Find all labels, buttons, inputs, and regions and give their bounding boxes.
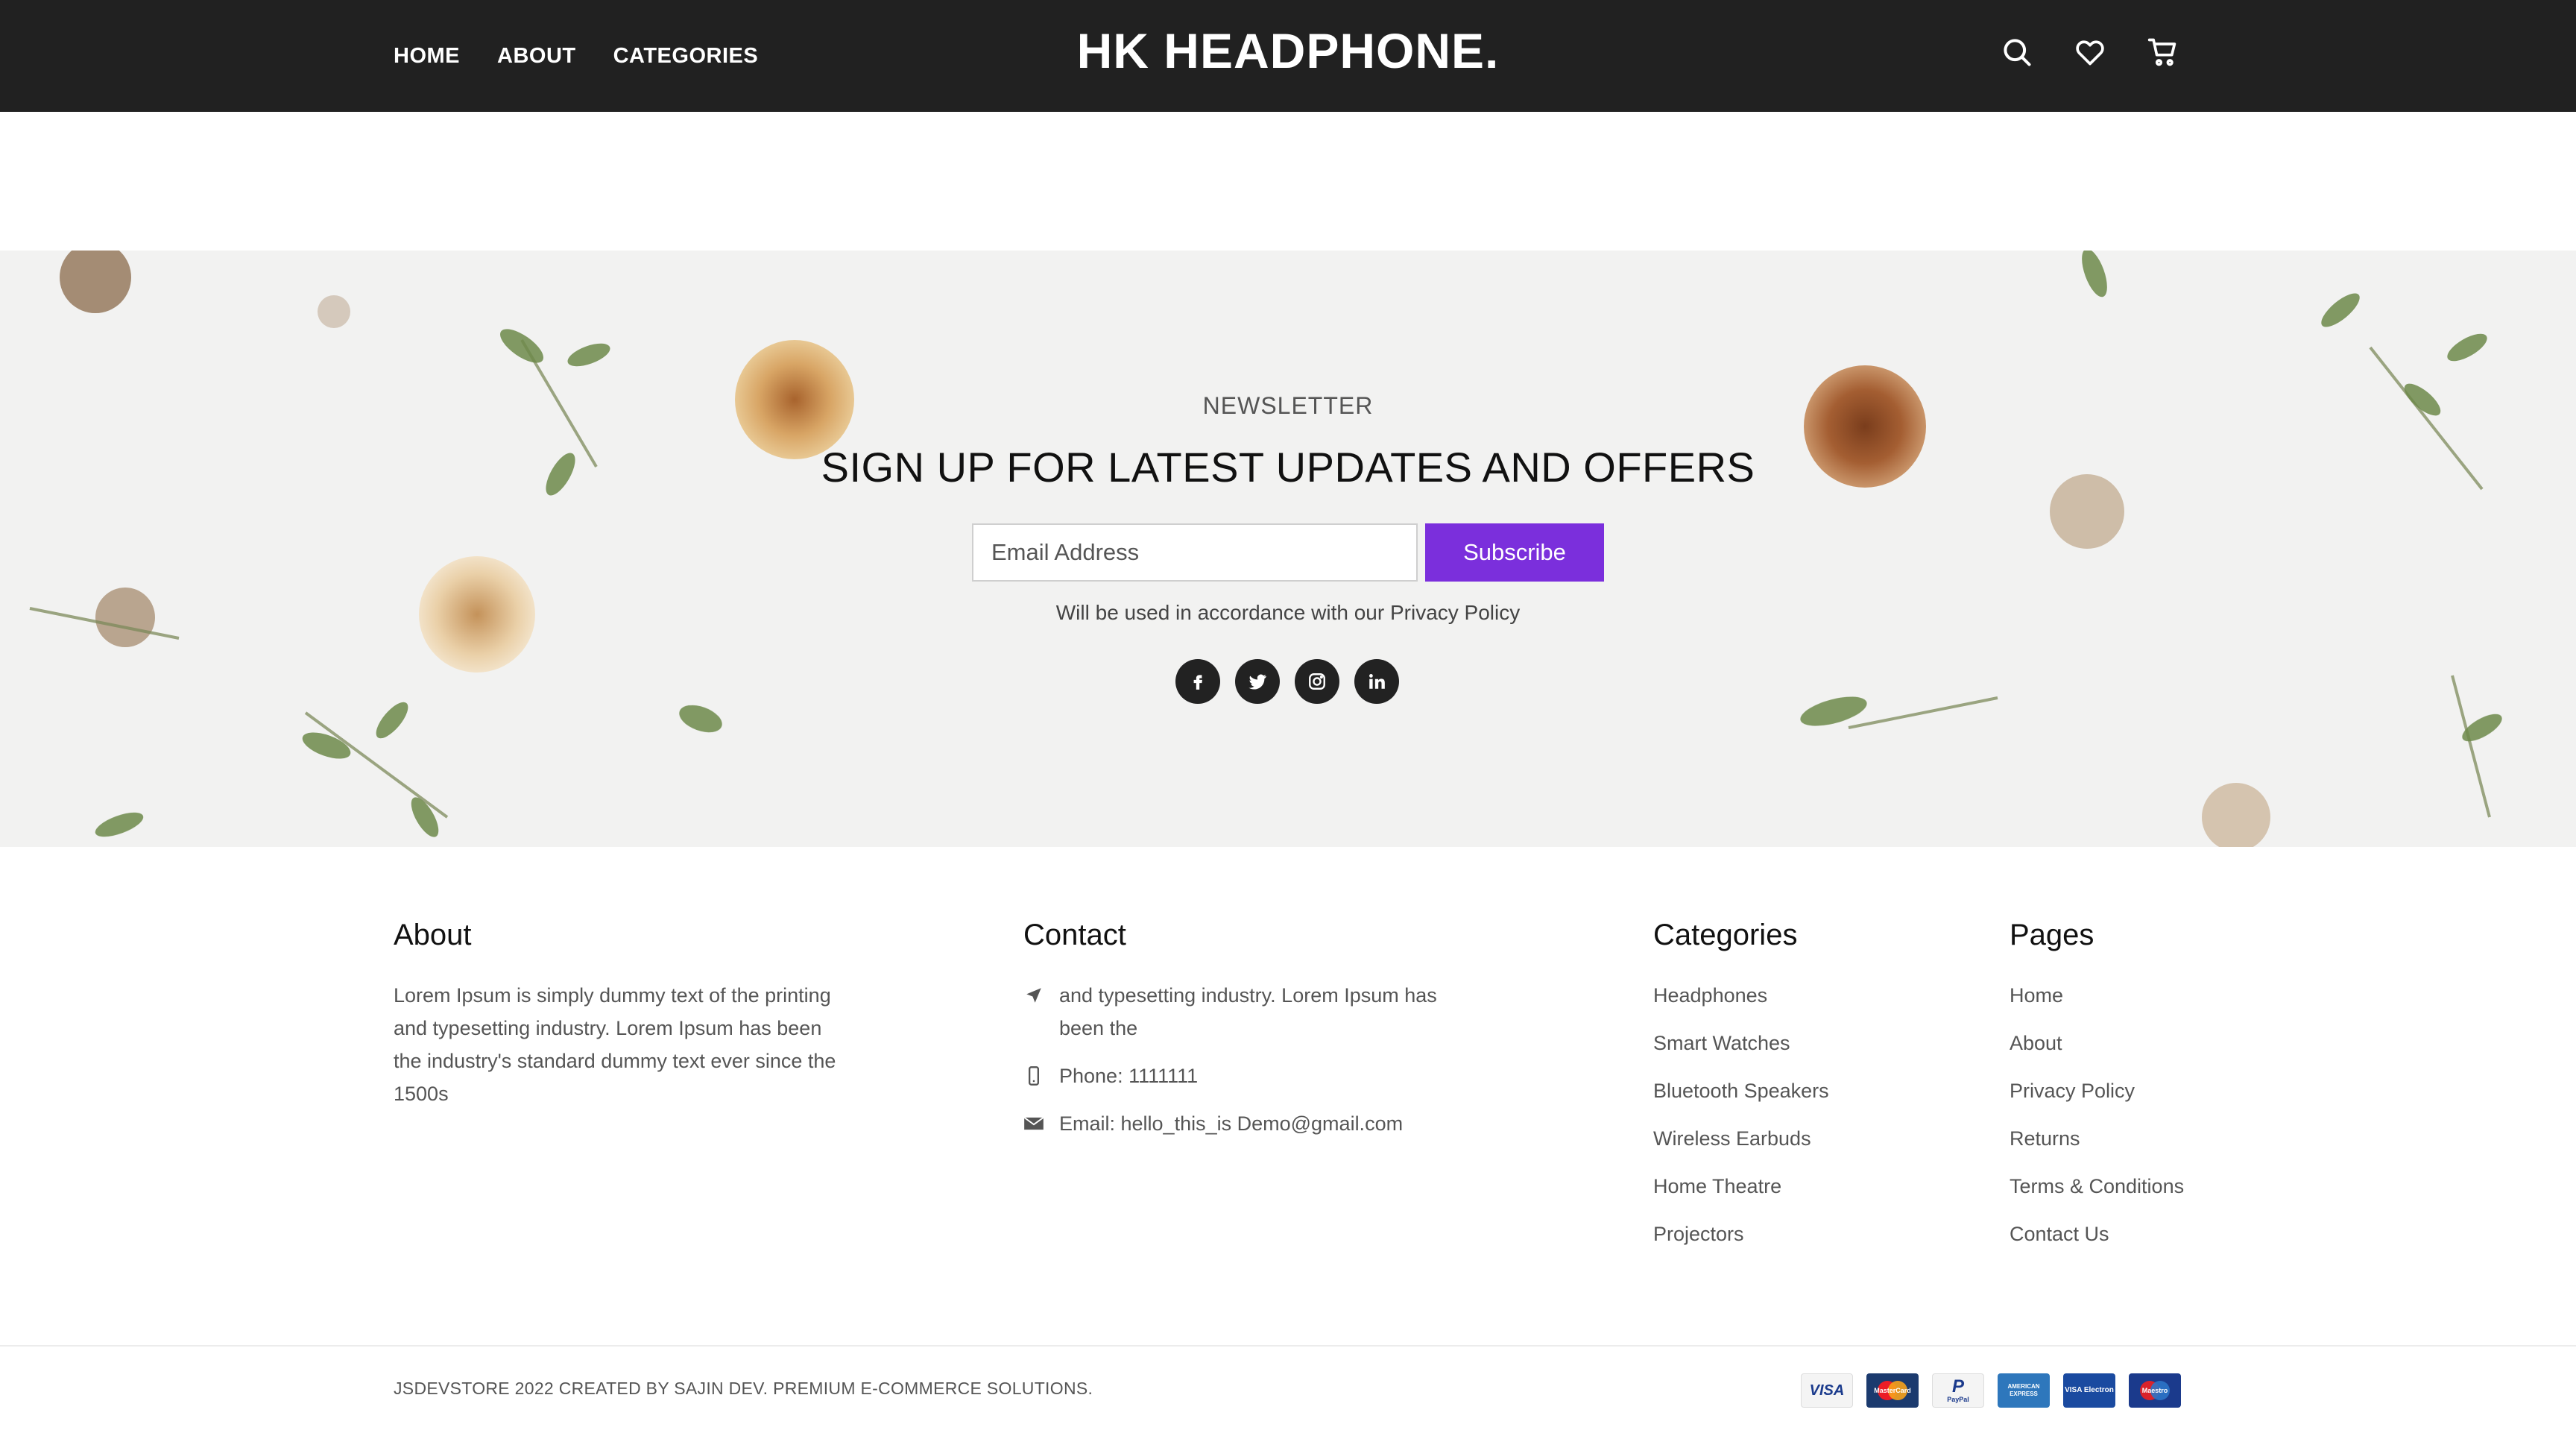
page-link-terms[interactable]: Terms & Conditions: [2010, 1170, 2308, 1203]
site-logo: HK HEADPHONE.: [1076, 23, 1500, 78]
visa-electron-icon: VISA Electron: [2063, 1373, 2115, 1408]
search-icon[interactable]: [1998, 33, 2036, 72]
newsletter-section: NEWSLETTER SIGN UP FOR LATEST UPDATES AN…: [0, 251, 2576, 847]
footer-divider: [0, 1345, 2576, 1347]
footer-about: About Lorem Ipsum is simply dummy text o…: [394, 919, 841, 1110]
newsletter-title: SIGN UP FOR LATEST UPDATES AND OFFERS: [821, 444, 1755, 491]
footer-contact: Contact and typesetting industry. Lorem …: [1023, 919, 1471, 1155]
page-link-contact-us[interactable]: Contact Us: [2010, 1218, 2308, 1250]
payment-methods: VISA MasterCard P PayPal AMERICAN EXPRES…: [1801, 1373, 2181, 1408]
about-heading: About: [394, 919, 472, 951]
email-input[interactable]: [972, 523, 1418, 582]
privacy-note: Will be used in accordance with our Priv…: [1055, 601, 1521, 624]
envelope-icon: [1023, 1107, 1044, 1140]
category-link-bluetooth-speakers[interactable]: Bluetooth Speakers: [1653, 1074, 1951, 1107]
category-link-wireless-earbuds[interactable]: Wireless Earbuds: [1653, 1122, 1951, 1155]
footer-pages: Pages Home About Privacy Policy Returns …: [2010, 919, 2308, 1265]
pages-list: Home About Privacy Policy Returns Terms …: [2010, 979, 2308, 1250]
linkedin-icon[interactable]: [1354, 659, 1399, 704]
category-link-headphones[interactable]: Headphones: [1653, 979, 1951, 1012]
category-link-projectors[interactable]: Projectors: [1653, 1218, 1951, 1250]
site-header: HOME ABOUT CATEGORIES HK HEADPHONE.: [0, 0, 2576, 112]
page-link-privacy-policy[interactable]: Privacy Policy: [2010, 1074, 2308, 1107]
cart-icon[interactable]: [2144, 33, 2182, 72]
category-link-home-theatre[interactable]: Home Theatre: [1653, 1170, 1951, 1203]
american-express-icon: AMERICAN EXPRESS: [1998, 1373, 2050, 1408]
page-link-about[interactable]: About: [2010, 1027, 2308, 1059]
mobile-phone-icon: [1023, 1059, 1044, 1092]
contact-phone-text: Phone: 1111111: [1059, 1065, 1199, 1087]
contact-heading: Contact: [1023, 919, 1126, 951]
newsletter-label: NEWSLETTER: [1202, 392, 1374, 419]
categories-list: Headphones Smart Watches Bluetooth Speak…: [1653, 979, 1951, 1250]
location-arrow-icon: [1023, 979, 1044, 1012]
contact-address: and typesetting industry. Lorem Ipsum ha…: [1023, 979, 1471, 1045]
nav-about-link[interactable]: ABOUT: [497, 44, 576, 69]
facebook-icon[interactable]: [1175, 659, 1220, 704]
copyright-text: JSDEVSTORE 2022 CREATED BY SAJIN DEV. PR…: [394, 1379, 1093, 1398]
paypal-icon: P PayPal: [1932, 1373, 1984, 1408]
category-link-smart-watches[interactable]: Smart Watches: [1653, 1027, 1951, 1059]
heart-icon[interactable]: [2071, 33, 2109, 72]
main-nav: HOME ABOUT CATEGORIES: [394, 0, 758, 112]
page-link-home[interactable]: Home: [2010, 979, 2308, 1012]
nav-categories-link[interactable]: CATEGORIES: [613, 44, 759, 69]
newsletter-form: Subscribe: [972, 523, 1604, 582]
contact-email-text: Email: hello_this_is Demo@gmail.com: [1059, 1112, 1404, 1135]
header-actions: [1998, 30, 2182, 75]
mastercard-icon: MasterCard: [1866, 1373, 1919, 1408]
visa-icon: VISA: [1801, 1373, 1853, 1408]
twitter-icon[interactable]: [1235, 659, 1280, 704]
footer-categories: Categories Headphones Smart Watches Blue…: [1653, 919, 1951, 1265]
about-text: Lorem Ipsum is simply dummy text of the …: [394, 984, 836, 1105]
nav-home-link[interactable]: HOME: [394, 44, 460, 69]
pages-heading: Pages: [2010, 919, 2094, 951]
contact-email: Email: hello_this_is Demo@gmail.com: [1023, 1107, 1471, 1140]
instagram-icon[interactable]: [1295, 659, 1339, 704]
subscribe-button[interactable]: Subscribe: [1425, 523, 1604, 582]
contact-phone: Phone: 1111111: [1023, 1059, 1471, 1092]
social-links: [1175, 659, 1399, 704]
contact-address-text: and typesetting industry. Lorem Ipsum ha…: [1059, 984, 1437, 1039]
maestro-icon: Maestro: [2129, 1373, 2181, 1408]
categories-heading: Categories: [1653, 919, 1798, 951]
page-link-returns[interactable]: Returns: [2010, 1122, 2308, 1155]
